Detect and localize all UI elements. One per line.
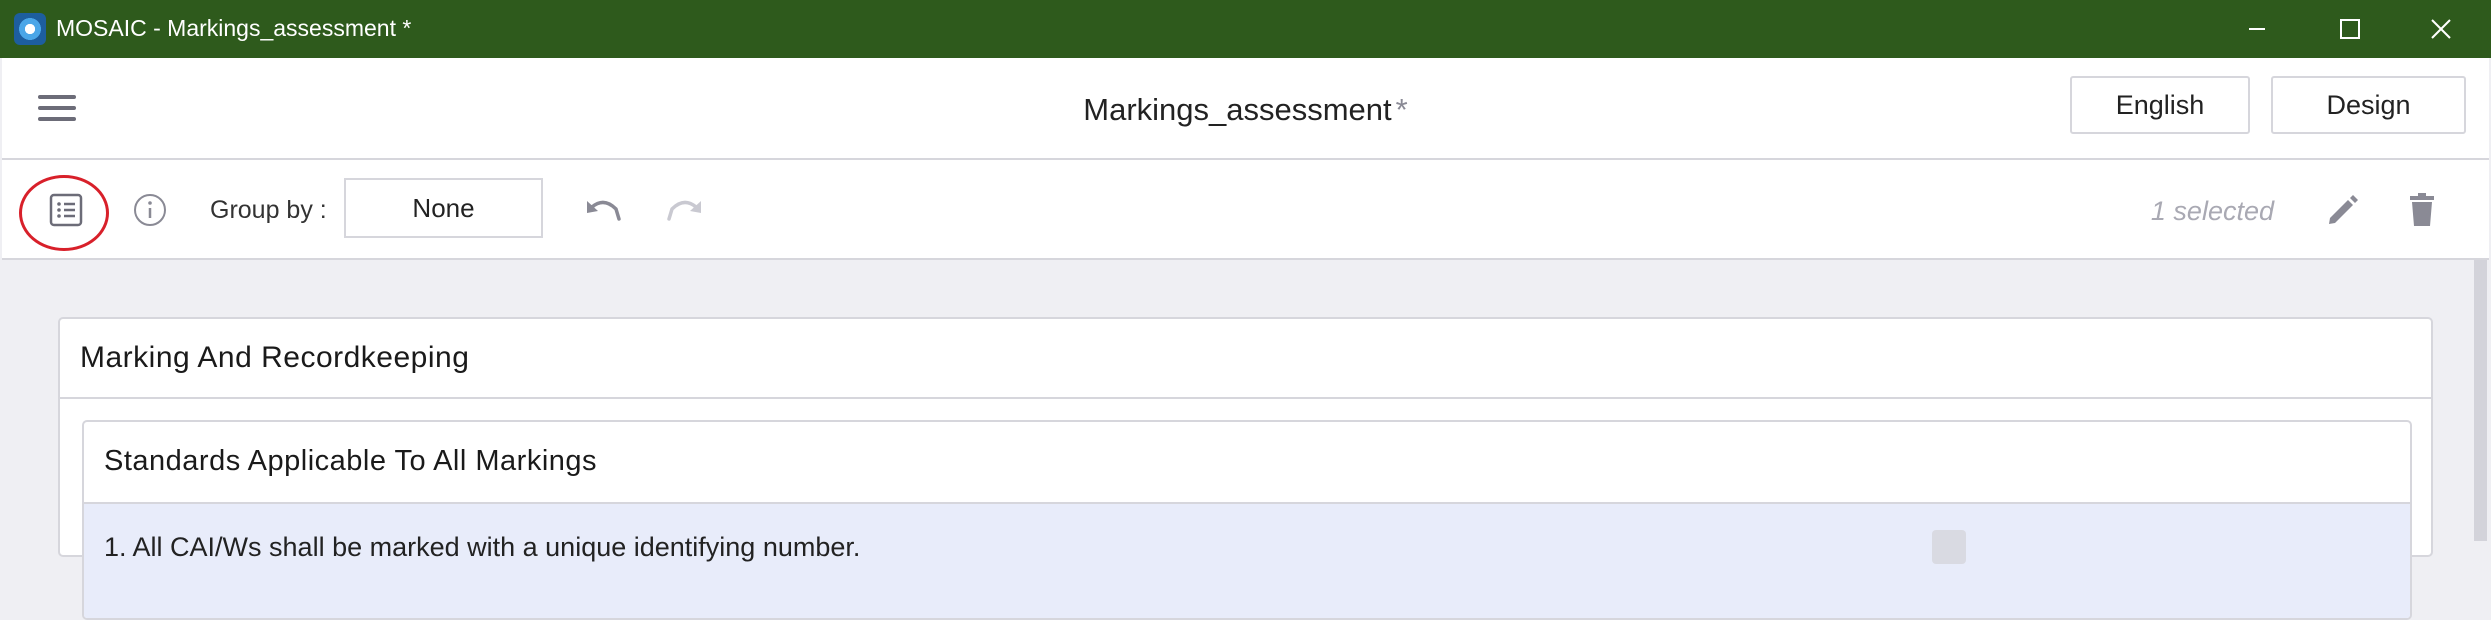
redo-icon [667, 200, 701, 221]
item-badge [1932, 530, 1966, 564]
edit-button[interactable] [2322, 190, 2362, 230]
vertical-scrollbar[interactable] [2474, 260, 2487, 541]
close-button[interactable] [2396, 0, 2486, 58]
window-title: MOSAIC - Markings_assessment * [56, 15, 412, 41]
language-button[interactable]: English [2070, 76, 2250, 134]
info-button[interactable] [130, 190, 170, 230]
list-item[interactable]: 1. All CAI/Ws shall be marked with a uni… [84, 502, 2410, 618]
undo-button[interactable] [582, 190, 626, 230]
selected-count: 1 selected [2150, 196, 2274, 226]
delete-icon [2410, 193, 2434, 226]
group-by-select[interactable]: None [344, 178, 543, 238]
list-item-text: 1. All CAI/Ws shall be marked with a uni… [104, 532, 861, 562]
group-by-label: Group by : [210, 196, 327, 224]
delete-button[interactable] [2402, 190, 2442, 230]
maximize-icon [2340, 19, 2360, 39]
maximize-button[interactable] [2305, 0, 2395, 58]
design-button[interactable]: Design [2271, 76, 2466, 134]
highlight-annotation [19, 175, 109, 251]
window-titlebar: MOSAIC - Markings_assessment * [0, 0, 2491, 58]
app-icon [14, 13, 46, 45]
unsaved-marker: * [1395, 92, 1408, 127]
minimize-button[interactable] [2212, 0, 2302, 58]
edit-icon [2329, 195, 2358, 224]
subsection-card: Standards Applicable To All Markings 1. … [82, 420, 2412, 620]
app-header: Markings_assessment * English Design [2, 58, 2489, 160]
page-title-text: Markings_assessment [1083, 92, 1392, 127]
section-card: Marking And Recordkeeping Standards Appl… [58, 317, 2433, 620]
subsection-title[interactable]: Standards Applicable To All Markings [104, 445, 597, 478]
toolbar: Group by : None 1 selected [2, 160, 2489, 260]
info-icon [134, 194, 166, 226]
undo-icon [587, 200, 621, 221]
section-title[interactable]: Marking And Recordkeeping [80, 341, 469, 375]
redo-button[interactable] [662, 190, 706, 230]
section-divider [60, 397, 2431, 399]
close-icon [2431, 19, 2451, 39]
minimize-icon [2249, 28, 2265, 30]
